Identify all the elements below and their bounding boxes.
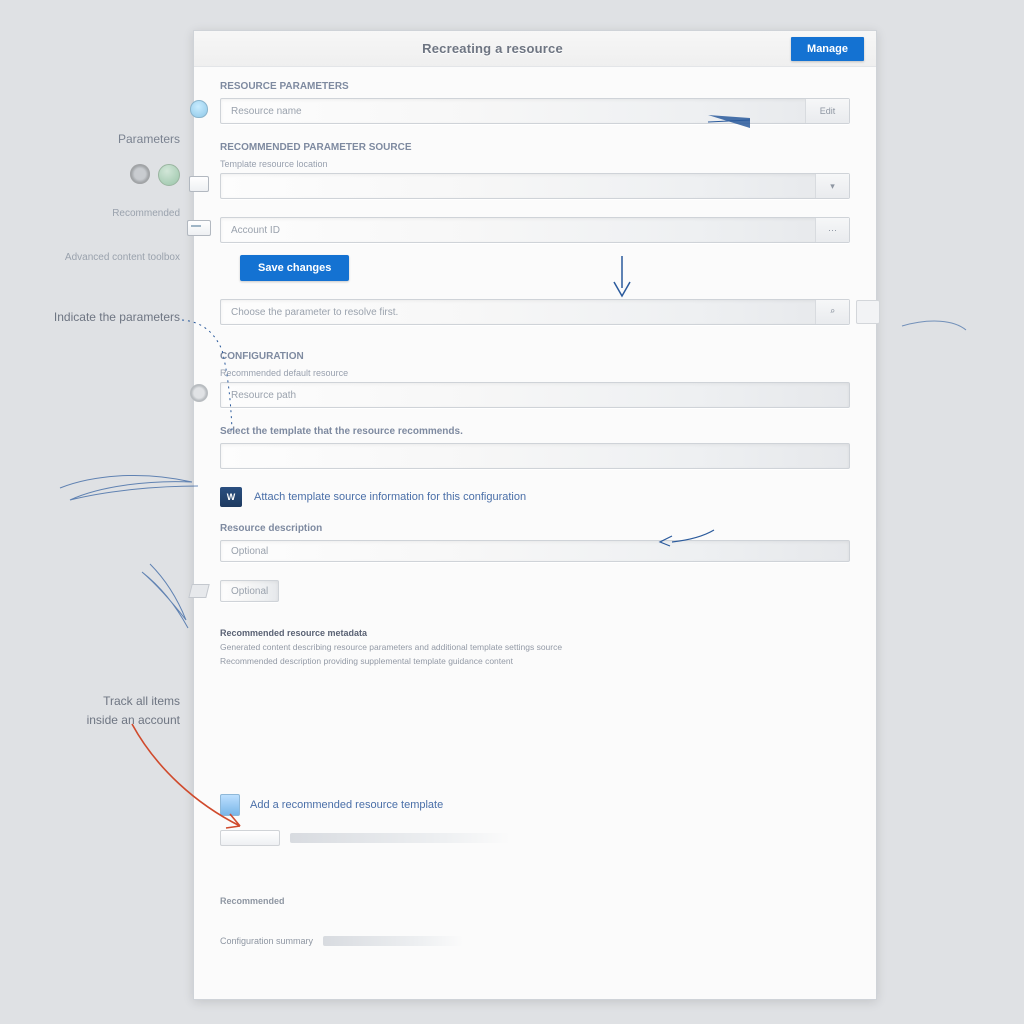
micro-title: Recommended resource metadata — [220, 628, 850, 638]
search-go-button[interactable] — [856, 300, 880, 324]
card-icon-wrap — [186, 217, 212, 239]
manage-button[interactable]: Manage — [791, 37, 864, 61]
label-template-select: Select the template that the resource re… — [220, 426, 850, 437]
resource-name-input[interactable]: Resource name Edit — [220, 98, 850, 124]
callout2-line1: Track all items — [103, 694, 180, 708]
search-placeholder: Choose the parameter to resolve first. — [231, 307, 398, 318]
description-input[interactable]: Optional — [220, 540, 850, 562]
config1-placeholder: Resource path — [231, 390, 296, 401]
micro-p1: Generated content describing resource pa… — [220, 642, 850, 654]
attach-template-link[interactable]: Attach template source information for t… — [254, 491, 526, 503]
globe-icon — [158, 164, 180, 186]
bulb-icon — [190, 100, 208, 118]
optional-tag-input[interactable]: Optional — [220, 580, 279, 602]
row-param-source: ▾ — [220, 173, 850, 199]
callout2-line2: inside an account — [87, 713, 180, 727]
bulb-icon-wrap — [186, 98, 212, 120]
param-source-addon[interactable]: ▾ — [815, 174, 849, 198]
left-annot-heading: Parameters — [10, 132, 180, 146]
calendar-icon-wrap — [186, 173, 212, 195]
calendar-icon — [189, 176, 209, 192]
dialog: Recreating a resource Manage Resource pa… — [193, 30, 877, 1000]
tag-icon — [188, 584, 209, 598]
account-addon[interactable]: ⋯ — [815, 218, 849, 242]
search-input[interactable]: Choose the parameter to resolve first. ⌕ — [220, 299, 850, 325]
footer-item-pill — [220, 830, 850, 846]
resource-name-placeholder: Resource name — [231, 106, 302, 117]
config1-input[interactable]: Resource path — [220, 382, 850, 408]
footer-item-add: Add a recommended resource template — [220, 794, 850, 816]
gear-small-wrap — [186, 382, 212, 404]
footer-pill[interactable] — [220, 830, 280, 846]
sub-param-source: Template resource location — [220, 159, 850, 169]
account-placeholder: Account ID — [231, 225, 280, 236]
footer-bar-2 — [323, 936, 463, 946]
label-param-source: Recommended parameter source — [220, 142, 850, 153]
label-configuration: Configuration — [220, 351, 850, 362]
row-optional-tag: Optional — [220, 580, 850, 602]
doc-icon — [220, 794, 240, 816]
left-annot-callout2: Track all items inside an account — [10, 692, 180, 730]
left-annot-sub1: Recommended — [10, 208, 180, 219]
micro-p2: Recommended description providing supple… — [220, 656, 850, 668]
tag-icon-wrap — [186, 580, 212, 602]
word-icon: W — [220, 487, 242, 507]
row-account: Account ID ⋯ — [220, 217, 850, 243]
attach-link-row: W Attach template source information for… — [220, 487, 850, 507]
save-changes-button[interactable]: Save changes — [240, 255, 349, 281]
label-description: Resource description — [220, 523, 850, 534]
description-placeholder: Optional — [231, 546, 268, 557]
row-description: Optional — [220, 540, 850, 562]
dialog-title: Recreating a resource — [194, 41, 791, 56]
footer-label-2-row: Configuration summary — [220, 936, 850, 946]
optional-tag-placeholder: Optional — [231, 586, 268, 597]
add-template-link[interactable]: Add a recommended resource template — [250, 799, 443, 811]
word-icon-wrap: W — [220, 487, 242, 507]
left-annot-icons — [10, 158, 180, 192]
gear-small-icon — [190, 384, 208, 402]
card-icon — [187, 220, 211, 236]
search-addon[interactable]: ⌕ — [815, 300, 849, 324]
row-search: Choose the parameter to resolve first. ⌕ — [220, 299, 850, 325]
param-source-input[interactable]: ▾ — [220, 173, 850, 199]
dialog-header: Recreating a resource Manage — [194, 31, 876, 67]
footer-bar-1 — [290, 833, 510, 843]
footer-label-2: Configuration summary — [220, 936, 313, 946]
account-input[interactable]: Account ID ⋯ — [220, 217, 850, 243]
label-resource-params: Resource parameters — [220, 81, 850, 92]
resource-name-addon[interactable]: Edit — [805, 99, 849, 123]
gear-icon — [130, 164, 150, 184]
footer-label-1-row: Recommended — [220, 896, 850, 906]
sub-configuration: Recommended default resource — [220, 368, 850, 378]
config2-input[interactable] — [220, 443, 850, 469]
row-resource-name: Resource name Edit — [220, 98, 850, 124]
row-config-1: Resource path — [220, 382, 850, 408]
left-annot-callout1: Indicate the parameters — [10, 310, 180, 324]
footer-label-1: Recommended — [220, 896, 285, 906]
left-annot-sub2: Advanced content toolbox — [10, 252, 180, 263]
dialog-body: Resource parameters Resource name Edit R… — [194, 67, 876, 956]
row-config-2 — [220, 443, 850, 469]
footer-block: Add a recommended resource template Reco… — [220, 738, 850, 946]
